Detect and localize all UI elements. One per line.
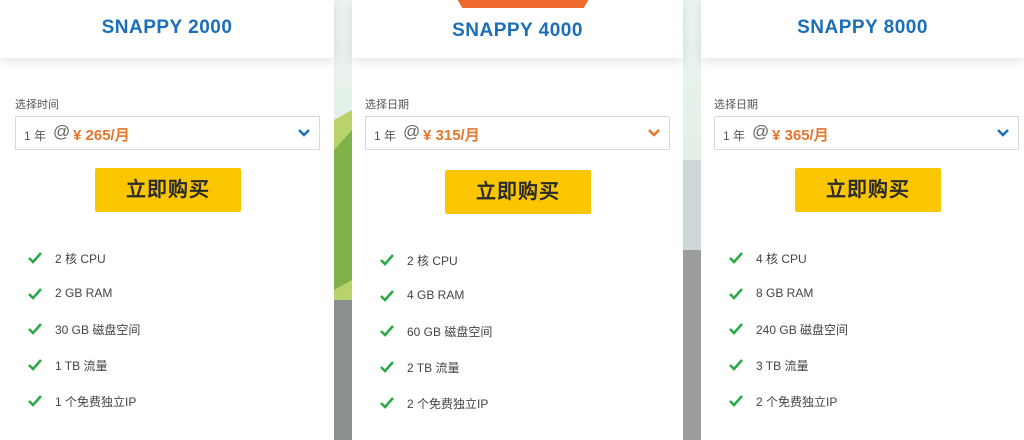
check-icon: [28, 359, 42, 371]
feature-text: 30 GB 磁盘空间: [55, 323, 141, 337]
check-icon: [380, 254, 394, 266]
term-label: 选择日期: [714, 99, 758, 111]
check-icon: [729, 359, 743, 371]
feature-text: 1 个免费独立IP: [55, 395, 137, 409]
feature-text: 2 个免费独立IP: [756, 395, 838, 409]
check-icon: [28, 252, 42, 264]
plan-header: SNAPPY 2000: [0, 0, 334, 58]
check-icon: [380, 325, 394, 337]
feature-text: 8 GB RAM: [756, 286, 814, 300]
term-value: 1 年: [374, 129, 397, 143]
check-icon: [380, 397, 394, 409]
term-label: 选择日期: [365, 99, 409, 111]
chevron-down-icon: [997, 129, 1009, 137]
price-value: ¥ 365/月: [772, 127, 829, 144]
recommended-badge: [454, 0, 592, 8]
term-value: 1 年: [24, 129, 47, 143]
plan-card-snappy-2000: SNAPPY 2000 选择时间 1 年 @ ¥ 265/月 立即购买 2 核 …: [0, 0, 334, 440]
feature-text: 1 TB 流量: [55, 359, 108, 373]
feature-text: 3 TB 流量: [756, 359, 809, 373]
feature-text: 4 核 CPU: [756, 252, 807, 266]
term-select[interactable]: 1 年 @ ¥ 365/月: [714, 116, 1019, 150]
feature-text: 2 TB 流量: [407, 361, 460, 375]
chevron-down-icon: [648, 129, 660, 137]
at-symbol: @: [752, 122, 770, 141]
term-select[interactable]: 1 年 @ ¥ 315/月: [365, 116, 670, 150]
plan-card-snappy-8000: SNAPPY 8000 选择日期 1 年 @ ¥ 365/月 立即购买 4 核 …: [701, 0, 1024, 440]
price-value: ¥ 315/月: [423, 127, 480, 144]
check-icon: [380, 361, 394, 373]
at-symbol: @: [53, 122, 71, 141]
plan-card-snappy-4000: SNAPPY 4000 选择日期 1 年 @ ¥ 315/月 立即购买 2 核 …: [352, 0, 683, 440]
check-icon: [729, 323, 743, 335]
term-label: 选择时间: [15, 99, 59, 111]
check-icon: [380, 290, 394, 302]
buy-now-button[interactable]: 立即购买: [795, 168, 941, 212]
plan-header: SNAPPY 4000: [352, 0, 683, 58]
plan-name: SNAPPY 8000: [797, 17, 928, 38]
plan-name: SNAPPY 2000: [101, 17, 233, 38]
check-icon: [729, 252, 743, 264]
check-icon: [729, 288, 743, 300]
buy-now-button[interactable]: 立即购买: [95, 168, 241, 212]
term-value: 1 年: [723, 129, 746, 143]
chevron-down-icon: [298, 129, 310, 137]
feature-text: 2 个免费独立IP: [407, 397, 489, 411]
price-value: ¥ 265/月: [73, 127, 130, 144]
check-icon: [28, 395, 42, 407]
plan-name: SNAPPY 4000: [452, 20, 583, 41]
buy-now-button[interactable]: 立即购买: [445, 170, 591, 214]
check-icon: [729, 395, 743, 407]
term-select[interactable]: 1 年 @ ¥ 265/月: [15, 116, 320, 150]
feature-text: 240 GB 磁盘空间: [756, 323, 849, 337]
feature-text: 2 GB RAM: [55, 286, 113, 300]
check-icon: [28, 323, 42, 335]
feature-text: 4 GB RAM: [407, 288, 465, 302]
feature-text: 60 GB 磁盘空间: [407, 325, 493, 339]
check-icon: [28, 288, 42, 300]
at-symbol: @: [403, 122, 421, 141]
feature-text: 2 核 CPU: [55, 252, 106, 266]
plan-header: SNAPPY 8000: [701, 0, 1024, 58]
feature-text: 2 核 CPU: [407, 254, 458, 268]
